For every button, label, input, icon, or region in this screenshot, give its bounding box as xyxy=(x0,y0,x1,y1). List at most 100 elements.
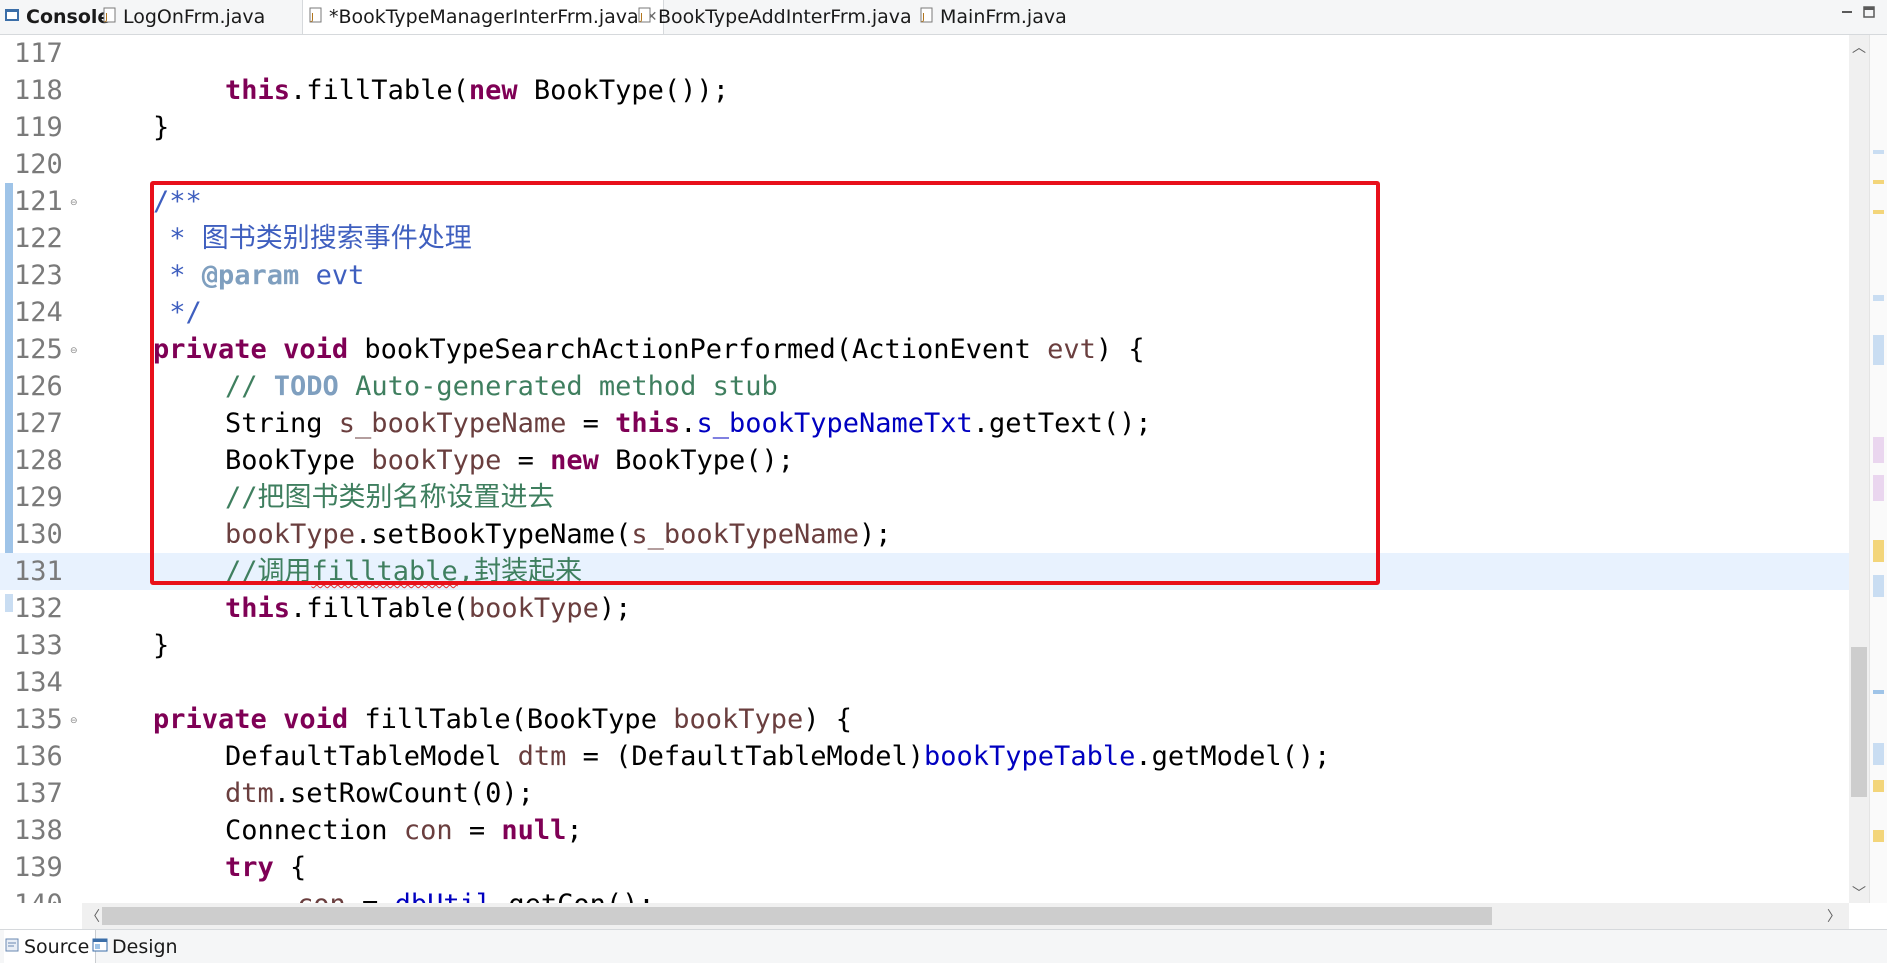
code-token: .setRowCount(0); xyxy=(273,778,534,809)
console-icon xyxy=(4,6,20,28)
scroll-up-icon[interactable]: ︿ xyxy=(1852,37,1866,57)
scroll-left-icon[interactable]: 〈 xyxy=(86,906,100,926)
java-file-icon: J xyxy=(638,6,652,28)
line-number: 117 xyxy=(14,38,63,69)
warning-marker xyxy=(1873,210,1884,214)
code-text: } xyxy=(153,630,170,661)
line-number: 124 xyxy=(14,297,63,328)
overview-ruler xyxy=(1869,35,1887,903)
horizontal-scrollbar[interactable]: 〈 〉 xyxy=(82,903,1849,929)
tab-label: Source xyxy=(24,935,90,958)
line-number: 136 xyxy=(14,741,63,772)
keyword: new xyxy=(468,75,518,106)
local-variable: dtm xyxy=(225,778,274,809)
code-token: Connection xyxy=(225,815,404,846)
fold-toggle-icon[interactable]: ⊖ xyxy=(70,716,78,726)
vertical-scrollbar[interactable]: ︿ ﹀ xyxy=(1849,35,1869,903)
svg-text:J: J xyxy=(921,12,925,23)
code-line: 133 } xyxy=(0,627,1849,664)
red-highlight-box xyxy=(150,181,1380,585)
code-text: DefaultTableModel dtm = (DefaultTableMod… xyxy=(225,738,1330,775)
horizontal-scroll-thumb[interactable] xyxy=(102,907,1492,925)
change-marker xyxy=(1873,335,1884,365)
line-number: 132 xyxy=(14,593,63,624)
tab-design[interactable]: Design xyxy=(92,930,178,963)
tab-label: MainFrm.java xyxy=(940,6,1067,28)
scroll-down-icon[interactable]: ﹀ xyxy=(1852,883,1866,903)
local-variable: dtm xyxy=(517,741,567,772)
code-token: ) { xyxy=(803,704,853,735)
code-text: this.fillTable(new BookType()); xyxy=(225,72,729,109)
design-icon xyxy=(92,936,108,958)
line-number: 127 xyxy=(14,408,63,439)
code-token: { xyxy=(273,852,307,883)
code-text: private void fillTable(BookType bookType… xyxy=(153,701,852,738)
editor-tab-bar: Console J LogOnFrm.java J *BookTypeManag… xyxy=(0,0,1887,35)
tab-booktypeaddinterfrm[interactable]: J BookTypeAddInterFrm.java xyxy=(638,0,912,34)
warning-marker xyxy=(1873,830,1884,842)
code-line: 132 this.fillTable(bookType); xyxy=(0,590,1849,627)
warning-marker xyxy=(1873,780,1884,792)
line-number: 133 xyxy=(14,630,63,661)
local-variable: bookType xyxy=(673,704,804,735)
minimize-icon[interactable] xyxy=(1840,4,1854,23)
code-text: dtm.setRowCount(0); xyxy=(225,775,534,812)
code-editor[interactable]: 117 118 this.fillTable(new BookType()); … xyxy=(0,35,1849,903)
line-number: 139 xyxy=(14,852,63,883)
vertical-scroll-thumb[interactable] xyxy=(1851,647,1867,797)
code-token: .fillTable( xyxy=(290,75,469,106)
fold-toggle-icon[interactable]: ⊖ xyxy=(70,198,78,208)
tab-label: Design xyxy=(112,935,178,958)
tab-mainfrm[interactable]: J MainFrm.java xyxy=(920,0,1067,34)
keyword: void xyxy=(283,704,349,735)
keyword: try xyxy=(225,852,274,883)
source-icon xyxy=(4,936,20,958)
change-marker xyxy=(1873,295,1884,301)
warning-marker xyxy=(1873,540,1884,562)
change-marker xyxy=(1873,150,1884,154)
code-token: fillTable(BookType xyxy=(348,704,674,735)
svg-text:J: J xyxy=(104,12,108,23)
code-token: ); xyxy=(598,593,632,624)
code-text: con = dbUtil.getCon(); xyxy=(297,886,655,903)
local-variable: con xyxy=(403,815,453,846)
code-text: try { xyxy=(225,849,306,886)
change-marker xyxy=(1873,743,1884,765)
code-token: BookType()); xyxy=(517,75,729,106)
svg-text:J: J xyxy=(639,12,643,23)
line-number: 125 xyxy=(14,334,63,365)
occurrence-marker xyxy=(1873,475,1884,501)
code-token: .getModel(); xyxy=(1135,741,1331,772)
java-file-icon: J xyxy=(103,6,117,28)
editor-mode-tabs: Source Design xyxy=(0,929,1887,963)
warning-marker xyxy=(1873,180,1884,184)
fold-toggle-icon[interactable]: ⊖ xyxy=(70,346,78,356)
line-number: 126 xyxy=(14,371,63,402)
code-line: 119 } xyxy=(0,109,1849,146)
code-token: DefaultTableModel xyxy=(225,741,518,772)
tab-logonfrm[interactable]: J LogOnFrm.java xyxy=(103,0,265,34)
code-token: .getCon(); xyxy=(492,889,655,903)
scroll-right-icon[interactable]: 〉 xyxy=(1827,906,1841,926)
line-number: 120 xyxy=(14,149,63,180)
tab-label: *BookTypeManagerInterFrm.java xyxy=(329,6,639,28)
keyword: this xyxy=(225,593,291,624)
keyword: null xyxy=(501,815,567,846)
code-line: 117 xyxy=(0,35,1849,72)
tab-label: LogOnFrm.java xyxy=(123,6,266,28)
code-token: = xyxy=(346,889,395,903)
occurrence-marker xyxy=(1873,437,1884,463)
tab-booktypemanagerinterfrm[interactable]: J *BookTypeManagerInterFrm.java ✕ xyxy=(302,0,665,34)
tab-source[interactable]: Source xyxy=(4,930,97,963)
maximize-icon[interactable] xyxy=(1862,4,1876,23)
local-variable: con xyxy=(297,889,346,903)
tab-console[interactable]: Console xyxy=(4,0,110,34)
line-number: 123 xyxy=(14,260,63,291)
line-number: 135 xyxy=(14,704,63,735)
line-number: 138 xyxy=(14,815,63,846)
keyword: private xyxy=(153,704,267,735)
change-marker xyxy=(1873,690,1884,694)
code-line: 137 dtm.setRowCount(0); xyxy=(0,775,1849,812)
svg-text:J: J xyxy=(310,12,314,23)
line-number: 130 xyxy=(14,519,63,550)
